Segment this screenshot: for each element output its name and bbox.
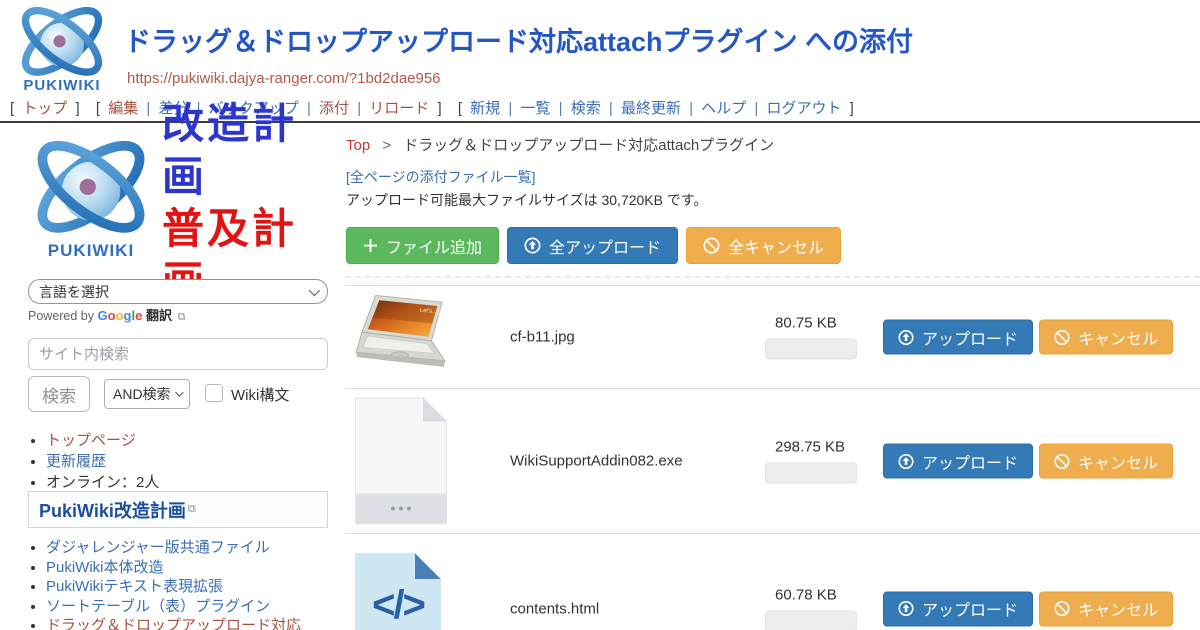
page-title: ドラッグ＆ドロップアップロード対応attachプラグイン への添付 — [124, 20, 913, 59]
cancel-button[interactable]: キャンセル — [1039, 444, 1173, 479]
pukiwiki-kaizo-link[interactable]: PukiWiki改造計画 — [39, 497, 186, 523]
html-file-icon: </> — [355, 553, 441, 630]
sidebar-link-core-mod[interactable]: PukiWiki本体改造 — [46, 559, 164, 576]
cancel-all-button[interactable]: 全キャンセル — [686, 227, 841, 264]
breadcrumb-top-link[interactable]: Top — [346, 137, 370, 154]
sidebar-link-history[interactable]: 更新履歴 — [46, 453, 106, 470]
banner-kaizo-text: 改造計画 — [162, 98, 337, 203]
page-fold — [423, 398, 447, 422]
file-name: cf-b11.jpg — [510, 329, 575, 346]
cancel-button[interactable]: キャンセル — [1039, 320, 1173, 355]
search-button[interactable]: 検索 — [28, 376, 90, 412]
upload-file-list: Let's…B cf-b11.jpg 80.75 KB アップロード — [345, 276, 1200, 630]
site-search-input[interactable] — [28, 338, 328, 370]
breadcrumb: Top > ドラッグ＆ドロップアップロード対応attachプラグイン — [346, 134, 774, 155]
breadcrumb-current: ドラッグ＆ドロップアップロード対応attachプラグイン — [403, 137, 774, 154]
sidebar-section-heading: PukiWiki改造計画 ⧉ — [28, 491, 328, 528]
banner-atom-icon — [22, 137, 160, 241]
google-logo: Google — [98, 308, 146, 323]
external-link-icon: ⧉ — [177, 311, 185, 323]
max-upload-size-text: アップロード可能最大ファイルサイズは 30,720KB です。 — [346, 190, 707, 210]
file-size: 60.78 KB — [775, 586, 875, 603]
language-select[interactable]: 言語を選択 — [28, 279, 328, 304]
file-size: 80.75 KB — [775, 315, 875, 332]
sidebar-banner[interactable]: PUKIWIKI 改造計画 普及計画 — [22, 136, 337, 270]
upload-circle-icon — [898, 453, 914, 469]
banner-logo-wordmark: PUKIWIKI — [22, 241, 160, 261]
upload-progress-bar — [765, 463, 857, 484]
and-or-select[interactable]: AND検索 — [104, 379, 190, 409]
google-translate-attribution: Powered by Google 翻訳 ⧉ — [28, 305, 185, 324]
nav-list[interactable]: 一覧 — [520, 100, 550, 117]
ban-icon — [1054, 329, 1070, 345]
add-file-button[interactable]: ファイル追加 — [346, 227, 499, 264]
page-url-link[interactable]: https://pukiwiki.dajya-ranger.com/?1bd2d… — [127, 70, 441, 87]
chevron-down-icon — [175, 388, 183, 396]
file-name: WikiSupportAddin082.exe — [510, 453, 683, 470]
file-size: 298.75 KB — [775, 439, 875, 456]
file-row: Let's…B cf-b11.jpg 80.75 KB アップロード — [345, 285, 1200, 388]
code-glyph: </> — [355, 583, 441, 628]
laptop-photo-thumbnail: Let's…B — [355, 294, 452, 381]
ban-icon — [1054, 601, 1070, 617]
external-link-icon: ⧉ — [188, 503, 196, 516]
nav-recent[interactable]: 最終更新 — [621, 100, 681, 117]
ban-icon — [1054, 453, 1070, 469]
upload-button[interactable]: アップロード — [883, 444, 1033, 479]
site-logo[interactable]: PUKIWIKI — [10, 4, 114, 100]
upload-circle-icon — [898, 601, 914, 617]
upload-circle-icon — [898, 329, 914, 345]
nav-help[interactable]: ヘルプ — [701, 100, 746, 117]
sidebar-link-common-files[interactable]: ダジャレンジャー版共通ファイル — [46, 539, 270, 556]
nav-search[interactable]: 検索 — [571, 100, 601, 117]
upload-button[interactable]: アップロード — [883, 591, 1033, 626]
nav-logout[interactable]: ログアウト — [766, 100, 841, 117]
upload-action-bar: ファイル追加 全アップロード 全キャンセル — [346, 227, 841, 264]
upload-circle-icon — [524, 237, 541, 254]
wiki-syntax-checkbox[interactable] — [205, 384, 223, 402]
sidebar-top-links: トップページ 更新履歴 オンライン：2人 — [46, 430, 159, 493]
nav-edit[interactable]: 編集 — [108, 100, 138, 117]
atom-logo-icon — [10, 4, 114, 82]
pukiwiki-attach-page: PUKIWIKI ドラッグ＆ドロップアップロード対応attachプラグイン への… — [0, 0, 1200, 630]
sidebar-link-toppage[interactable]: トップページ — [46, 432, 136, 449]
sidebar-link-dragdrop-attach[interactable]: ドラッグ＆ドロップアップロード対応attachプラグイン — [46, 617, 301, 630]
nav-top[interactable]: トップ — [22, 100, 67, 117]
upload-button[interactable]: アップロード — [883, 320, 1033, 355]
sidebar-link-text-ext[interactable]: PukiWikiテキスト表現拡張 — [46, 578, 223, 595]
page-fold — [415, 553, 441, 579]
upload-progress-bar — [765, 339, 857, 360]
all-attachments-link[interactable]: [全ページの添付ファイル一覧] — [346, 167, 536, 187]
nav-new[interactable]: 新規 — [470, 100, 500, 117]
sidebar-link-sort-table[interactable]: ソートテーブル（表）プラグイン — [46, 598, 270, 615]
wiki-syntax-label: Wiki構文 — [231, 384, 289, 405]
logo-wordmark: PUKIWIKI — [10, 77, 114, 94]
nav-reload[interactable]: リロード — [369, 100, 429, 117]
ban-icon — [703, 237, 720, 254]
sidebar-bottom-links: ダジャレンジャー版共通ファイル PukiWiki本体改造 PukiWikiテキス… — [46, 538, 331, 630]
generic-file-icon — [355, 398, 447, 525]
file-name: contents.html — [510, 600, 599, 617]
upload-all-button[interactable]: 全アップロード — [507, 227, 678, 264]
chevron-down-icon — [309, 284, 320, 295]
plus-icon — [363, 238, 378, 253]
file-row: </> contents.html 60.78 KB アップロード キャンセル — [345, 533, 1200, 630]
sidebar-online-count: オンライン：2人 — [46, 474, 159, 491]
cancel-button[interactable]: キャンセル — [1039, 591, 1173, 626]
upload-progress-bar — [765, 610, 857, 630]
file-row: WikiSupportAddin082.exe 298.75 KB アップロード… — [345, 388, 1200, 533]
top-navigation: [ トップ ] [ 編集 | 差分 | バックアップ | 添付 | リロード ]… — [8, 97, 856, 118]
ellipsis-dots — [391, 507, 395, 511]
